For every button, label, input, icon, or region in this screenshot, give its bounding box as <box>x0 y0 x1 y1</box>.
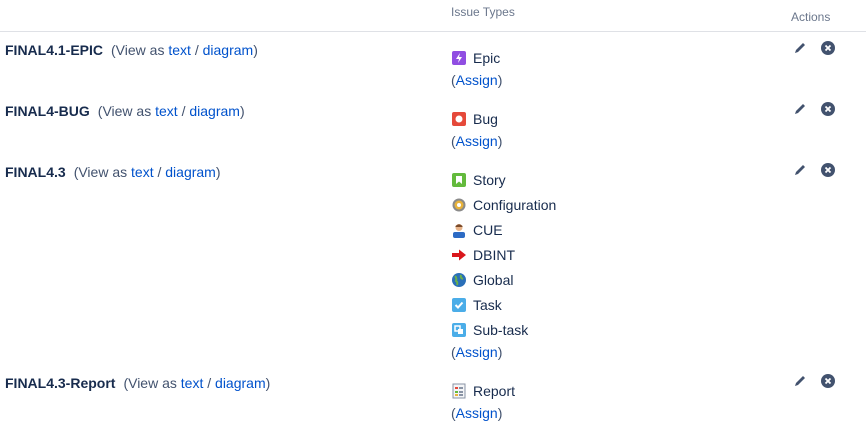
view-as-diagram-link[interactable]: diagram <box>165 164 216 180</box>
close-paren: ) <box>497 133 503 149</box>
issue-type-item: Sub-task <box>451 317 556 342</box>
assign-group: (Assign) <box>451 70 502 90</box>
issue-types-list: Report (Assign) <box>451 378 515 423</box>
issue-type-label: Sub-task <box>473 321 529 338</box>
configuration-icon <box>451 197 467 213</box>
issue-type-item: Task <box>451 292 556 317</box>
scheme-name-cell: FINAL4.3-Report (View as text / diagram) <box>5 373 270 393</box>
issue-types-header: Issue Types <box>451 5 515 19</box>
issue-type-item: Story <box>451 167 556 192</box>
separator: / <box>194 42 199 58</box>
issue-types-list: Story Configuration CUE DBINT Global Tas… <box>451 167 556 362</box>
issue-type-item: Configuration <box>451 192 556 217</box>
issue-type-label: Epic <box>473 49 501 66</box>
issue-type-label: Bug <box>473 110 498 127</box>
scheme-name-cell: FINAL4.3 (View as text / diagram) <box>5 162 221 182</box>
issue-types-list: Bug (Assign) <box>451 106 502 151</box>
close-paren: ) <box>239 103 245 119</box>
delete-close-icon[interactable] <box>820 373 836 389</box>
assign-link[interactable]: Assign <box>456 344 498 360</box>
scheme-name-cell: FINAL4.1-EPIC (View as text / diagram) <box>5 40 258 60</box>
close-paren: ) <box>497 344 503 360</box>
table-header: Issue Types Actions <box>0 0 866 32</box>
dbint-icon <box>451 247 467 263</box>
issue-type-item: Report <box>451 378 515 403</box>
actions-cell <box>792 162 836 178</box>
scheme-name-cell: FINAL4-BUG (View as text / diagram) <box>5 101 245 121</box>
view-as-text-link[interactable]: text <box>155 103 178 119</box>
issue-type-item: DBINT <box>451 242 556 267</box>
assign-link[interactable]: Assign <box>456 133 498 149</box>
issue-type-label: Global <box>473 271 514 288</box>
close-paren: ) <box>497 72 503 88</box>
actions-cell <box>792 373 836 389</box>
scheme-name: FINAL4-BUG <box>5 103 90 119</box>
view-as-text-link[interactable]: text <box>131 164 154 180</box>
assign-link[interactable]: Assign <box>456 405 498 421</box>
issue-type-label: DBINT <box>473 246 515 263</box>
close-paren: ) <box>215 164 221 180</box>
issue-types-list: Epic (Assign) <box>451 45 502 90</box>
issue-type-item: Global <box>451 267 556 292</box>
edit-pencil-icon[interactable] <box>792 40 808 56</box>
issue-type-item: Epic <box>451 45 502 70</box>
view-as-diagram-link[interactable]: diagram <box>189 103 240 119</box>
actions-header: Actions <box>791 10 831 24</box>
delete-close-icon[interactable] <box>820 40 836 56</box>
view-as-label: (View as <box>97 103 152 119</box>
actions-cell <box>792 101 836 117</box>
subtask-icon <box>451 322 467 338</box>
epic-icon <box>451 50 467 66</box>
separator: / <box>181 103 186 119</box>
issue-type-label: Task <box>473 296 502 313</box>
view-as-diagram-link[interactable]: diagram <box>203 42 254 58</box>
issue-type-item: Bug <box>451 106 502 131</box>
issue-type-item: CUE <box>451 217 556 242</box>
scheme-name: FINAL4.3 <box>5 164 66 180</box>
report-icon <box>451 383 467 399</box>
delete-close-icon[interactable] <box>820 162 836 178</box>
close-paren: ) <box>265 375 271 391</box>
separator: / <box>157 164 162 180</box>
issue-type-label: Report <box>473 382 516 399</box>
assign-group: (Assign) <box>451 342 556 362</box>
assign-group: (Assign) <box>451 131 502 151</box>
actions-cell <box>792 40 836 56</box>
close-paren: ) <box>253 42 258 58</box>
bug-icon <box>451 111 467 127</box>
delete-close-icon[interactable] <box>820 101 836 117</box>
edit-pencil-icon[interactable] <box>792 101 808 117</box>
view-as-label: (View as <box>73 164 128 180</box>
global-icon <box>451 272 467 288</box>
view-as-text-link[interactable]: text <box>181 375 204 391</box>
issue-type-label: CUE <box>473 221 503 238</box>
edit-pencil-icon[interactable] <box>792 162 808 178</box>
edit-pencil-icon[interactable] <box>792 373 808 389</box>
issue-type-label: Story <box>473 171 506 188</box>
view-as-label: (View as <box>123 375 177 391</box>
assign-group: (Assign) <box>451 403 515 423</box>
view-as-text-link[interactable]: text <box>168 42 191 58</box>
close-paren: ) <box>497 405 503 421</box>
task-icon <box>451 297 467 313</box>
story-icon <box>451 172 467 188</box>
scheme-name: FINAL4.1-EPIC <box>5 42 104 58</box>
assign-link[interactable]: Assign <box>456 72 498 88</box>
separator: / <box>207 375 212 391</box>
view-as-label: (View as <box>111 42 165 58</box>
cue-icon <box>451 222 467 238</box>
scheme-name: FINAL4.3-Report <box>5 375 116 391</box>
issue-type-label: Configuration <box>473 196 557 213</box>
view-as-diagram-link[interactable]: diagram <box>215 375 266 391</box>
